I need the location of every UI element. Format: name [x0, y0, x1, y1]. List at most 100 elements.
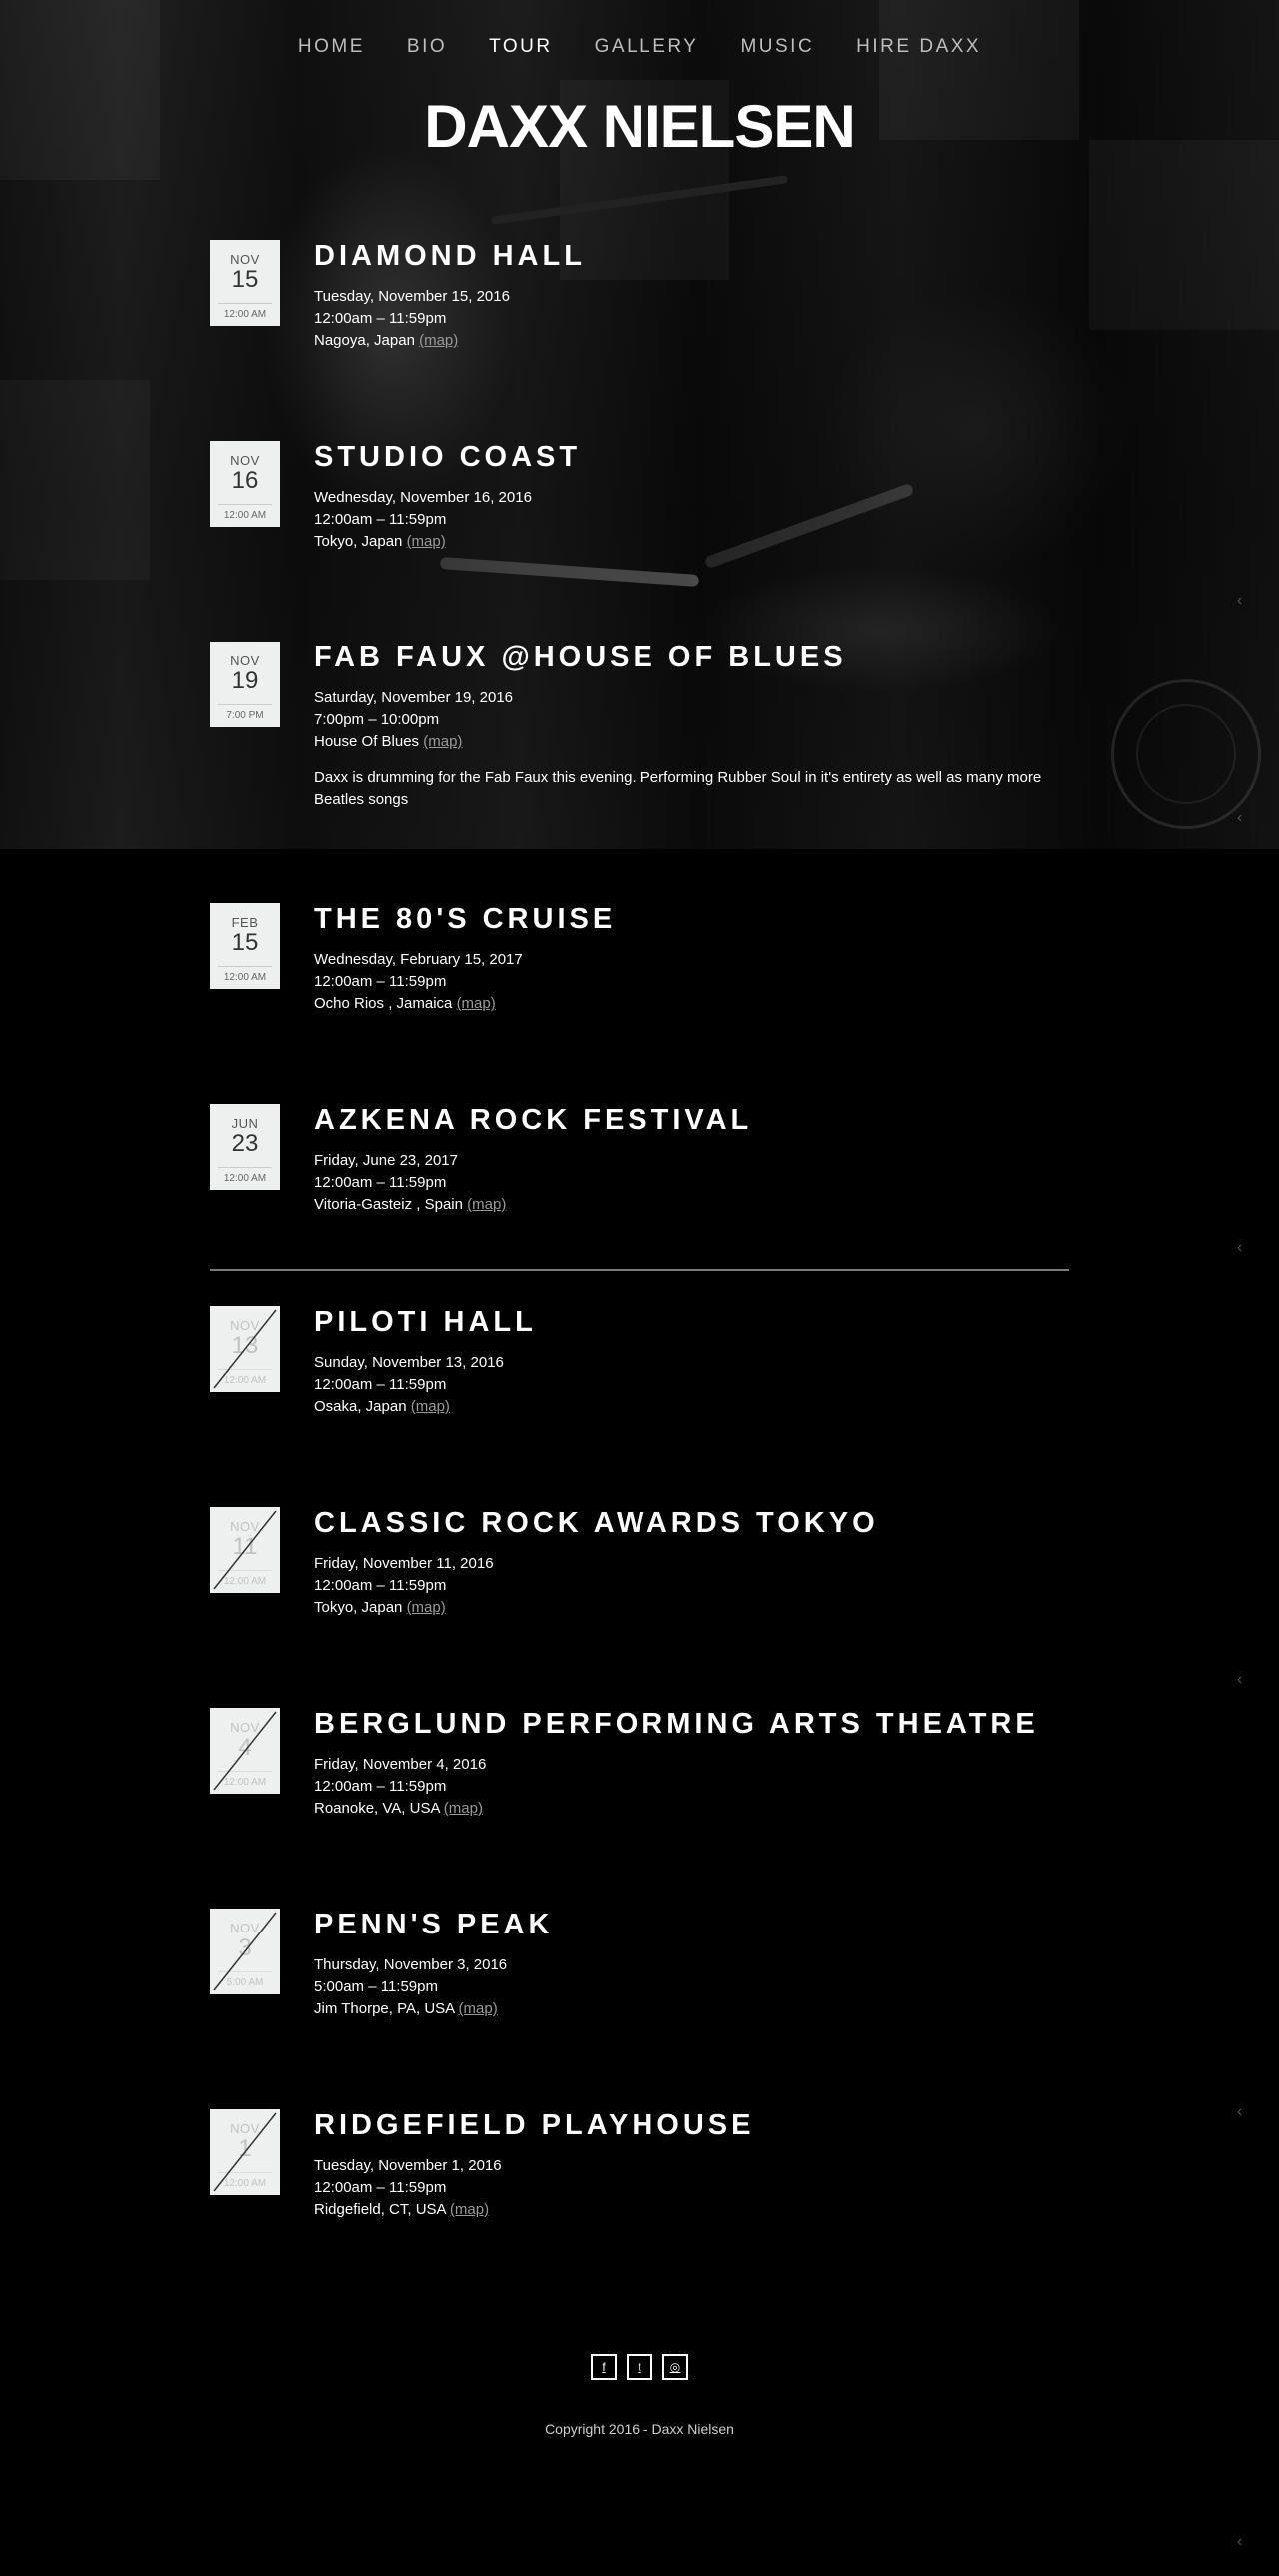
event-date: Tuesday, November 15, 2016	[314, 288, 510, 305]
event-title[interactable]: AZKENA ROCK FESTIVAL	[314, 1104, 1073, 1136]
event-date: Thursday, November 3, 2016	[314, 1956, 508, 1973]
arrow-left-icon: ‹	[1237, 2533, 1243, 2550]
instagram-icon[interactable]: ◎	[662, 2354, 688, 2380]
event-hours: 12:00am – 11:59pm	[314, 973, 447, 990]
event-description: Daxx is drumming for the Fab Faux this e…	[314, 769, 1042, 808]
event-day: 15	[231, 929, 259, 956]
event-date: Wednesday, February 15, 2017	[314, 951, 523, 968]
map-link[interactable]: (map)	[411, 1398, 450, 1415]
arrow-left-icon: ‹	[1237, 2103, 1243, 2120]
twitter-icon[interactable]: t	[627, 2354, 652, 2380]
event-location: Roanoke, VA, USA	[314, 1800, 440, 1817]
event-hours: 12:00am – 11:59pm	[314, 310, 447, 327]
event-location: Nagoya, Japan	[314, 332, 415, 349]
nav-tour[interactable]: TOUR	[489, 36, 552, 58]
map-link[interactable]: (map)	[407, 1599, 446, 1616]
past-strike-line	[213, 1711, 277, 1791]
event-date: Friday, November 11, 2016	[314, 1555, 494, 1572]
event-time: 12:00 AM	[218, 303, 272, 320]
event-hours: 7:00pm – 10:00pm	[314, 711, 440, 728]
event-month: FEB	[231, 915, 259, 930]
event-title[interactable]: DIAMOND HALL	[314, 240, 1073, 272]
event-hours: 5:00am – 11:59pm	[314, 1978, 438, 1995]
arrow-left-icon: ‹	[1237, 809, 1243, 826]
event-month: NOV	[230, 653, 260, 668]
event-date: Saturday, November 19, 2016	[314, 689, 514, 706]
event-hours: 12:00am – 11:59pm	[314, 1174, 447, 1191]
event-day: 23	[231, 1130, 259, 1157]
event-date-box: NOV 3 5:00 AM	[210, 1909, 280, 1994]
event-date-box: JUN 23 12:00 AM	[210, 1104, 280, 1190]
event-month: JUN	[231, 1116, 259, 1131]
event-month: NOV	[230, 252, 260, 267]
map-link[interactable]: (map)	[450, 2201, 489, 2218]
nav-music[interactable]: MUSIC	[740, 36, 814, 58]
event-date: Wednesday, November 16, 2016	[314, 489, 532, 506]
past-strike-line	[213, 1912, 277, 1991]
event-title[interactable]: RIDGEFIELD PLAYHOUSE	[314, 2109, 1073, 2141]
event-date-box: NOV 15 12:00 AM	[210, 240, 280, 326]
event-day: 15	[231, 266, 259, 293]
map-link[interactable]: (map)	[423, 733, 462, 750]
event-time: 7:00 PM	[218, 704, 272, 721]
event-date-box: NOV 13 12:00 AM	[210, 1306, 280, 1392]
map-link[interactable]: (map)	[459, 2000, 498, 2017]
event-location: Tokyo, Japan	[314, 533, 403, 550]
facebook-icon[interactable]: f	[591, 2354, 617, 2380]
map-link[interactable]: (map)	[444, 1800, 483, 1817]
arrow-left-icon: ‹	[1237, 592, 1243, 609]
event-location: Tokyo, Japan	[314, 1599, 403, 1616]
past-strike-line	[213, 1309, 277, 1389]
nav-gallery[interactable]: GALLERY	[595, 36, 699, 58]
past-strike-line	[213, 1510, 277, 1590]
event-time: 12:00 AM	[218, 504, 272, 521]
event-hours: 12:00am – 11:59pm	[314, 1376, 447, 1393]
event-date-box: NOV 19 7:00 PM	[210, 642, 280, 727]
event-hours: 12:00am – 11:59pm	[314, 1577, 447, 1594]
event-date: Sunday, November 13, 2016	[314, 1354, 504, 1371]
event-hours: 12:00am – 11:59pm	[314, 2179, 447, 2196]
event-location: Jim Thorpe, PA, USA	[314, 2000, 455, 2017]
past-events-divider	[210, 1269, 1069, 1271]
map-link[interactable]: (map)	[457, 995, 496, 1012]
event-location: Vitoria-Gasteiz , Spain	[314, 1196, 463, 1213]
event-day: 19	[231, 667, 259, 694]
event-location: Osaka, Japan	[314, 1398, 407, 1415]
event-location: Ridgefield, CT, USA	[314, 2201, 446, 2218]
event-hours: 12:00am – 11:59pm	[314, 511, 447, 528]
event-hours: 12:00am – 11:59pm	[314, 1778, 447, 1795]
event-title[interactable]: PILOTI HALL	[314, 1306, 1073, 1338]
event-title[interactable]: PENN'S PEAK	[314, 1909, 1073, 1940]
event-date-box: NOV 4 12:00 AM	[210, 1708, 280, 1794]
event-date: Friday, November 4, 2016	[314, 1756, 487, 1773]
event-time: 12:00 AM	[218, 966, 272, 983]
arrow-left-icon: ‹	[1237, 1671, 1243, 1688]
nav-bio[interactable]: BIO	[407, 36, 447, 58]
event-title[interactable]: FAB FAUX @HOUSE OF BLUES	[314, 642, 1073, 673]
event-title[interactable]: CLASSIC ROCK AWARDS TOKYO	[314, 1507, 1073, 1539]
event-date: Friday, June 23, 2017	[314, 1152, 458, 1169]
event-location: Ocho Rios , Jamaica	[314, 995, 453, 1012]
map-link[interactable]: (map)	[419, 332, 458, 349]
map-link[interactable]: (map)	[467, 1196, 506, 1213]
event-title[interactable]: STUDIO COAST	[314, 441, 1073, 473]
arrow-left-icon: ‹	[1237, 1239, 1243, 1256]
nav-home[interactable]: HOME	[298, 36, 365, 58]
event-day: 16	[231, 467, 259, 494]
event-date-box: NOV 16 12:00 AM	[210, 441, 280, 527]
event-title[interactable]: THE 80'S CRUISE	[314, 903, 1073, 935]
event-date-box: FEB 15 12:00 AM	[210, 903, 280, 989]
map-link[interactable]: (map)	[407, 533, 446, 550]
copyright-text: Copyright 2016 - Daxx Nielsen	[545, 2421, 734, 2437]
site-title[interactable]: DAXX NIELSEN	[0, 92, 1279, 161]
social-links: f t ◎	[0, 2354, 1279, 2380]
event-time: 12:00 AM	[218, 1167, 272, 1184]
event-title[interactable]: BERGLUND PERFORMING ARTS THEATRE	[314, 1708, 1073, 1740]
main-nav: HOME BIO TOUR GALLERY MUSIC HIRE DAXX	[0, 36, 1279, 58]
event-date-box: NOV 11 12:00 AM	[210, 1507, 280, 1593]
event-month: NOV	[230, 453, 260, 468]
nav-hire-daxx[interactable]: HIRE DAXX	[856, 36, 981, 58]
event-date-box: NOV 1 12:00 AM	[210, 2109, 280, 2195]
event-location: House Of Blues	[314, 733, 420, 750]
past-strike-line	[213, 2112, 277, 2192]
